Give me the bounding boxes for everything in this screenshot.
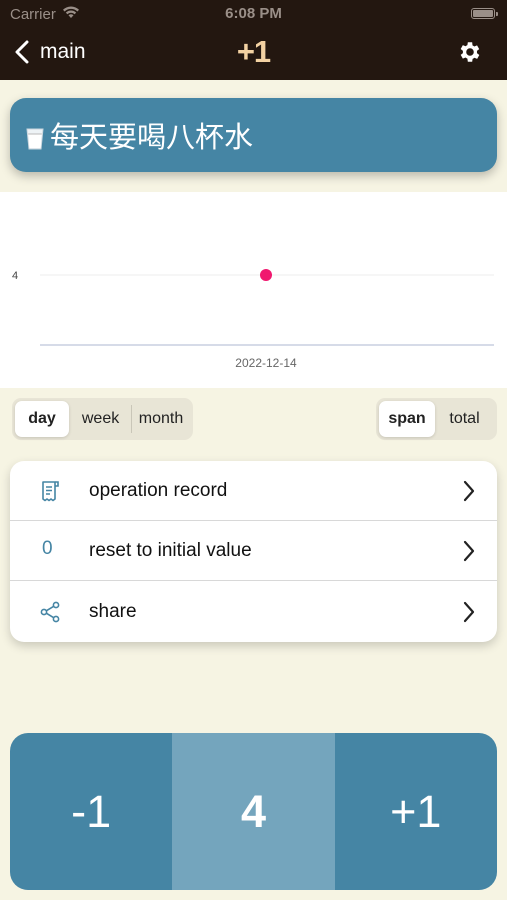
action-list: operation record 0 reset to initial valu… [10, 461, 497, 642]
decrement-button[interactable]: -1 [10, 733, 173, 890]
tab-month[interactable]: month [132, 401, 190, 437]
glass-of-milk-icon [26, 124, 44, 150]
increment-button[interactable]: +1 [334, 733, 497, 890]
counter-value: 4 [172, 733, 335, 890]
tab-week[interactable]: week [70, 401, 131, 437]
chevron-right-icon [463, 601, 475, 623]
goal-title: 每天要喝八杯水 [50, 120, 254, 154]
history-chart-svg: 4 2022-12-14 [12, 269, 494, 370]
tab-span[interactable]: span [379, 401, 435, 437]
share-label: share [89, 601, 137, 622]
chevron-right-icon [463, 540, 475, 562]
data-point [260, 269, 272, 281]
tab-total[interactable]: total [435, 401, 494, 437]
tab-day[interactable]: day [15, 401, 70, 437]
battery-icon [471, 8, 498, 19]
share-icon [40, 601, 60, 623]
receipt-icon [42, 481, 59, 502]
top-bar: Carrier 6:08 PM main +1 [0, 0, 507, 80]
chevron-right-icon [463, 480, 475, 502]
row-divider [10, 580, 497, 581]
status-bar: Carrier 6:08 PM [0, 0, 507, 28]
mode-segmented-control: span total [376, 398, 497, 440]
y-tick-label: 4 [12, 270, 18, 282]
range-segmented-control: day week month [12, 398, 193, 440]
operation-record-row[interactable]: operation record [10, 461, 497, 521]
reset-label: reset to initial value [89, 540, 252, 561]
zero-icon: 0 [42, 538, 53, 559]
back-button[interactable]: main [14, 38, 86, 66]
reset-initial-value-row[interactable]: 0 reset to initial value [10, 521, 497, 581]
status-time: 6:08 PM [225, 5, 282, 22]
goal-title-card: 每天要喝八杯水 [10, 98, 497, 172]
back-label: main [40, 40, 86, 63]
gear-icon[interactable] [457, 39, 483, 65]
history-chart: 4 2022-12-14 [0, 192, 507, 388]
share-row[interactable]: share [10, 582, 497, 642]
counter-panel: -1 4 +1 [10, 733, 497, 890]
operation-record-label: operation record [89, 480, 228, 501]
x-tick-label: 2022-12-14 [235, 356, 297, 370]
chevron-left-icon [15, 40, 29, 64]
